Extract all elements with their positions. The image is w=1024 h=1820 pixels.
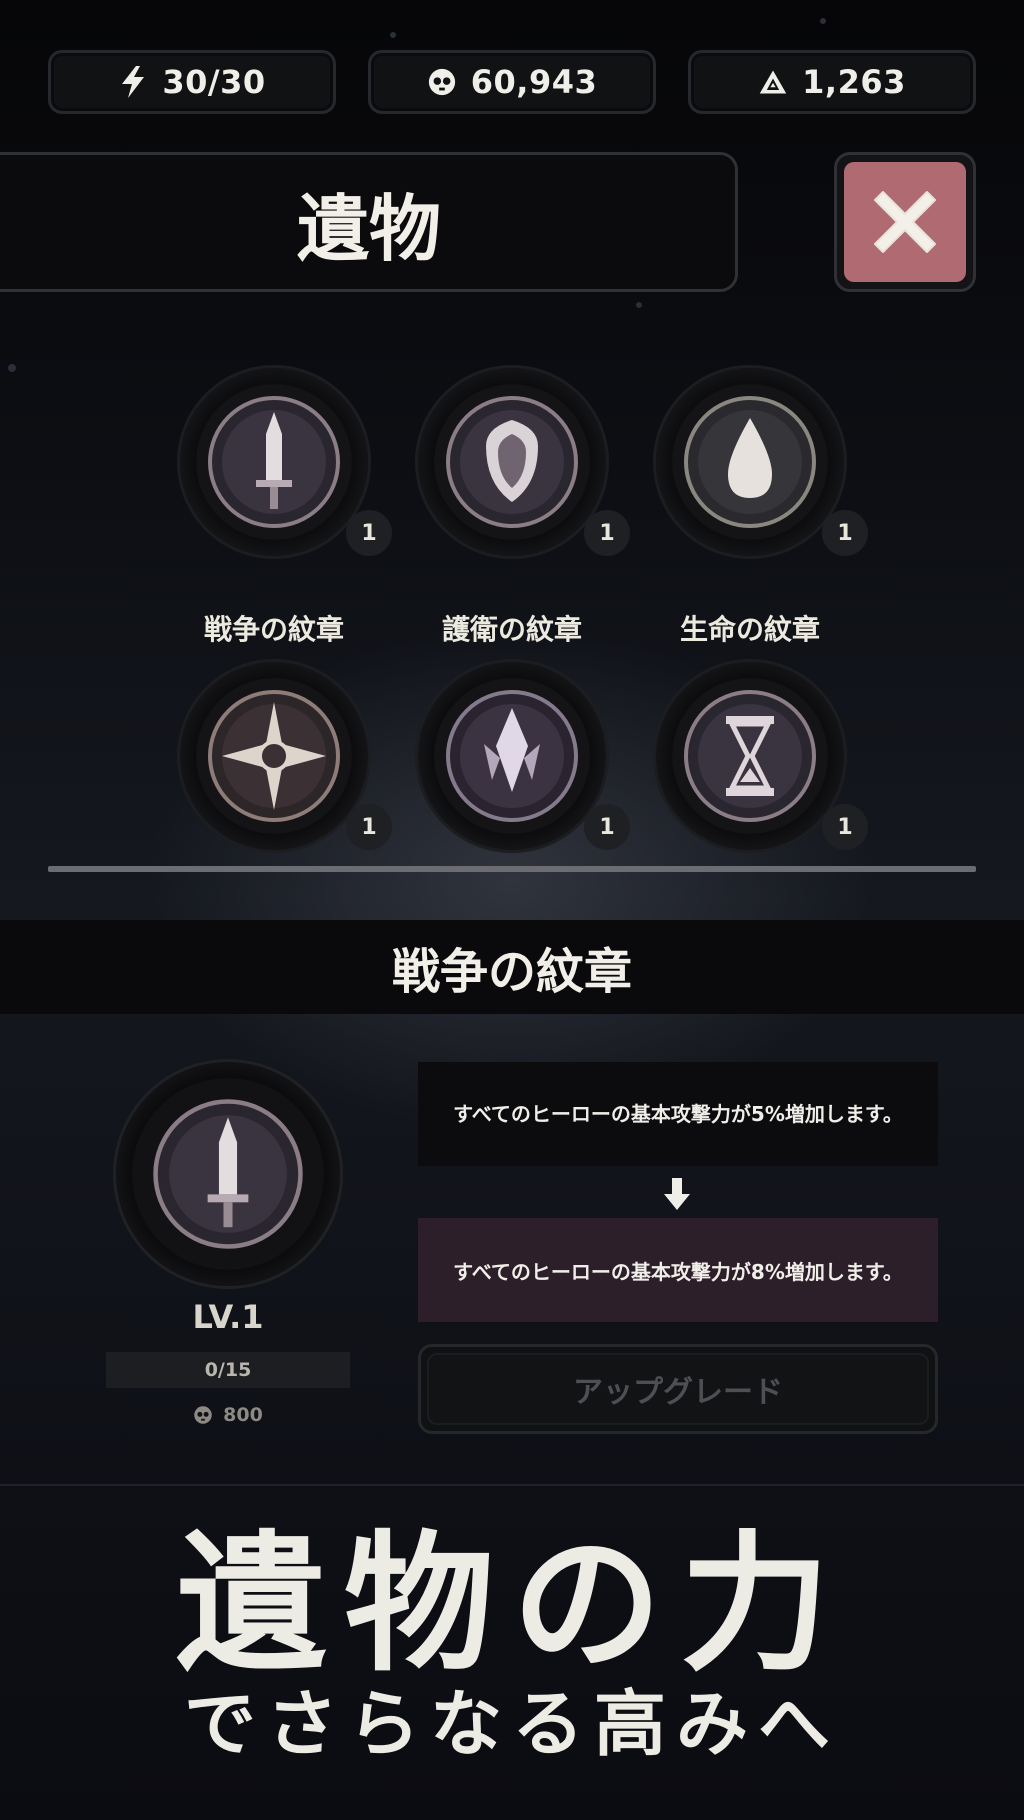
sword-emblem-icon [153, 1099, 303, 1249]
star-decoration [636, 302, 642, 308]
shield-emblem-icon [446, 396, 578, 528]
page-title: 遺物 [296, 186, 441, 271]
skull-coin-icon [194, 1406, 212, 1424]
relic-name: 生命の紋章 [679, 613, 820, 646]
arrow-down-icon [662, 1176, 692, 1212]
relic-name: 護衛の紋章 [441, 613, 582, 646]
relic-count-badge: 1 [584, 804, 630, 850]
sword-emblem-icon [208, 396, 340, 528]
relic-count-badge: 1 [584, 510, 630, 556]
crystal-emblem-icon [446, 690, 578, 822]
relic-grid: 1 戦争の紋章 1 護衛の紋章 1 生命の紋章 1 1 1 [48, 330, 976, 870]
energy-value: 30/30 [162, 63, 266, 101]
promo-subline: でさらなる高みへ [183, 1682, 840, 1766]
energy-counter: 30/30 [48, 50, 336, 114]
relic-progress: 0/15 [106, 1352, 350, 1388]
triangle-crystal-icon [758, 67, 788, 97]
selected-relic-header: 戦争の紋章 [0, 920, 1024, 1014]
relic-medal [656, 368, 844, 556]
crystal-value: 1,263 [802, 63, 906, 101]
coin-value: 60,943 [470, 63, 598, 101]
star-decoration [8, 364, 16, 372]
star-decoration [390, 32, 396, 38]
upgrade-button[interactable]: アップグレード [418, 1344, 938, 1434]
relic-count-badge: 1 [346, 804, 392, 850]
relic-medal [418, 368, 606, 556]
star-compass-emblem-icon [208, 690, 340, 822]
relic-name: 戦争の紋章 [203, 613, 344, 646]
promo-headline: 遺物の力 [175, 1518, 848, 1692]
coin-counter: 60,943 [368, 50, 656, 114]
relic-medal [180, 662, 368, 850]
next-effect: すべてのヒーローの基本攻撃力が8%増加します。 [418, 1218, 938, 1322]
close-button[interactable] [834, 152, 976, 292]
relic-count-badge: 1 [822, 510, 868, 556]
close-x-icon [874, 191, 936, 253]
page-title-bar: 遺物 [0, 152, 738, 292]
upgrade-button-label: アップグレード [427, 1353, 929, 1425]
crystal-counter: 1,263 [688, 50, 976, 114]
hourglass-emblem-icon [684, 690, 816, 822]
star-decoration [820, 18, 826, 24]
selected-relic-medal [116, 1062, 340, 1286]
energy-bolt-icon [118, 66, 148, 98]
current-effect: すべてのヒーローの基本攻撃力が5%増加します。 [418, 1062, 938, 1166]
relic-count-badge: 1 [822, 804, 868, 850]
grid-divider [48, 866, 976, 872]
relic-count-badge: 1 [346, 510, 392, 556]
section-divider [0, 1484, 1024, 1486]
relic-medal [418, 662, 606, 850]
droplet-emblem-icon [684, 396, 816, 528]
selected-relic-name: 戦争の紋章 [391, 944, 632, 1000]
relic-medal [656, 662, 844, 850]
upgrade-cost: 800 [106, 1404, 350, 1426]
relic-level: LV.1 [192, 1298, 264, 1336]
relic-medal [180, 368, 368, 556]
upgrade-cost-value: 800 [223, 1404, 263, 1426]
skull-coin-icon [427, 67, 457, 97]
